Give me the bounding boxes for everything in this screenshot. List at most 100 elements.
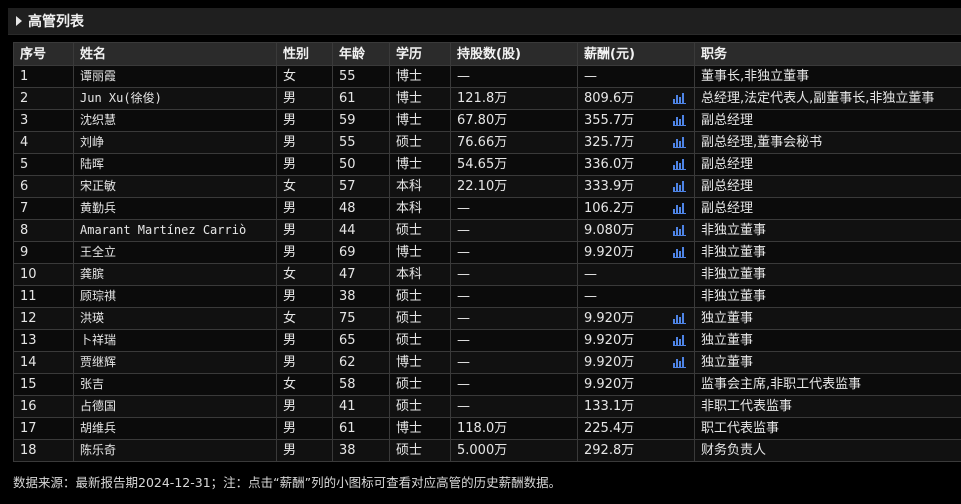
cell-no: 10	[13, 263, 74, 286]
cell-edu: 硕士	[389, 439, 451, 462]
cell-no: 1	[13, 65, 74, 88]
column-header: 持股数(股)	[450, 42, 578, 66]
table-row: 13 卜祥瑞男 65 硕士 — 9.920万 独立董事	[13, 329, 961, 352]
cell-shares: —	[450, 395, 578, 418]
cell-age: 38	[332, 439, 390, 462]
cell-no: 14	[13, 351, 74, 374]
cell-age: 62	[332, 351, 390, 374]
cell-name: 龚膑	[73, 263, 277, 286]
salary-value: 355.7万	[584, 113, 635, 128]
table-row: 8 Amarant Martínez Carriò 男 44 硕士 — 9.080万 非独立董…	[13, 219, 961, 242]
table-row: 6 宋正敏女 57 本科 22.10万 333.9万 副总经理	[13, 175, 961, 198]
cell-age: 50	[332, 153, 390, 176]
cell-name: 黄勤兵	[73, 197, 277, 220]
salary-history-chart-icon[interactable]	[673, 335, 686, 346]
table-row: 3 沈织慧男 59 博士 67.80万 355.7万 副总经理	[13, 109, 961, 132]
cell-gender: 女	[276, 307, 333, 330]
cell-gender: 男	[276, 351, 333, 374]
table-row: 11 顾琮祺男 38 硕士 — — 非独立董事	[13, 285, 961, 308]
salary-history-chart-icon[interactable]	[673, 115, 686, 126]
cell-no: 12	[13, 307, 74, 330]
cell-no: 15	[13, 373, 74, 396]
salary-value: 106.2万	[584, 201, 635, 216]
salary-history-chart-icon[interactable]	[673, 181, 686, 192]
cell-title: 副总经理	[694, 175, 961, 198]
cell-edu: 硕士	[389, 307, 451, 330]
cell-name: 顾琮祺	[73, 285, 277, 308]
cell-edu: 硕士	[389, 131, 451, 154]
table-row: 16 占德国男 41 硕士 — 133.1万 非职工代表监事	[13, 395, 961, 418]
salary-history-chart-icon[interactable]	[673, 225, 686, 236]
cell-edu: 博士	[389, 241, 451, 264]
cell-edu: 本科	[389, 263, 451, 286]
cell-no: 4	[13, 131, 74, 154]
cell-edu: 硕士	[389, 395, 451, 418]
cell-title: 非独立董事	[694, 285, 961, 308]
salary-history-chart-icon[interactable]	[673, 93, 686, 104]
cell-age: 57	[332, 175, 390, 198]
salary-value: 809.6万	[584, 91, 635, 106]
cell-edu: 博士	[389, 153, 451, 176]
cell-title: 财务负责人	[694, 439, 961, 462]
column-header: 姓名	[73, 42, 277, 66]
salary-history-chart-icon[interactable]	[673, 159, 686, 170]
salary-value: 333.9万	[584, 179, 635, 194]
salary-cell: 336.0万	[577, 153, 695, 176]
salary-cell: 9.920万	[577, 241, 695, 264]
cell-no: 7	[13, 197, 74, 220]
column-header: 年龄	[332, 42, 390, 66]
cell-title: 监事会主席,非职工代表监事	[694, 373, 961, 396]
cell-no: 13	[13, 329, 74, 352]
cell-shares: —	[450, 263, 578, 286]
salary-cell: —	[577, 285, 695, 308]
cell-gender: 男	[276, 153, 333, 176]
cell-shares: 67.80万	[450, 109, 578, 132]
salary-value: 9.920万	[584, 333, 635, 348]
table-row: 15 张吉女 58 硕士 — 9.920万 监事会主席,非职工代表监事	[13, 373, 961, 396]
cell-title: 职工代表监事	[694, 417, 961, 440]
cell-edu: 博士	[389, 417, 451, 440]
cell-gender: 男	[276, 329, 333, 352]
section-title: 高管列表	[28, 14, 84, 30]
cell-age: 75	[332, 307, 390, 330]
salary-history-chart-icon[interactable]	[673, 203, 686, 214]
table-row: 14 贾继辉男 62 博士 — 9.920万 独立董事	[13, 351, 961, 374]
column-header: 序号	[13, 42, 74, 66]
cell-name: 占德国	[73, 395, 277, 418]
salary-history-chart-icon[interactable]	[673, 357, 686, 368]
salary-history-chart-icon[interactable]	[673, 137, 686, 148]
cell-edu: 硕士	[389, 329, 451, 352]
cell-age: 38	[332, 285, 390, 308]
cell-gender: 男	[276, 109, 333, 132]
cell-no: 6	[13, 175, 74, 198]
cell-age: 55	[332, 131, 390, 154]
salary-history-chart-icon[interactable]	[673, 247, 686, 258]
salary-value: 292.8万	[584, 443, 635, 458]
cell-shares: 54.65万	[450, 153, 578, 176]
salary-history-chart-icon[interactable]	[673, 313, 686, 324]
cell-edu: 本科	[389, 197, 451, 220]
cell-title: 董事长,非独立董事	[694, 65, 961, 88]
salary-value: 325.7万	[584, 135, 635, 150]
collapse-arrow-icon[interactable]	[16, 16, 22, 26]
table-row: 17 胡维兵男 61 博士 118.0万 225.4万 职工代表监事	[13, 417, 961, 440]
cell-name: 张吉	[73, 373, 277, 396]
salary-value: 9.920万	[584, 245, 635, 260]
cell-shares: —	[450, 65, 578, 88]
cell-name: 陆晖	[73, 153, 277, 176]
salary-value: 9.080万	[584, 223, 635, 238]
cell-title: 总经理,法定代表人,副董事长,非独立董事	[694, 87, 961, 110]
cell-age: 55	[332, 65, 390, 88]
cell-no: 11	[13, 285, 74, 308]
cell-edu: 硕士	[389, 219, 451, 242]
table-row: 18 陈乐奇男 38 硕士 5.000万 292.8万 财务负责人	[13, 439, 961, 462]
salary-value: 9.920万	[584, 311, 635, 326]
salary-value: —	[584, 267, 597, 282]
cell-name: 贾继辉	[73, 351, 277, 374]
cell-shares: 118.0万	[450, 417, 578, 440]
cell-no: 3	[13, 109, 74, 132]
section-header[interactable]: 高管列表	[8, 8, 961, 35]
cell-shares: 5.000万	[450, 439, 578, 462]
table-row: 12 洪瑛女 75 硕士 — 9.920万 独立董事	[13, 307, 961, 330]
cell-title: 非独立董事	[694, 241, 961, 264]
